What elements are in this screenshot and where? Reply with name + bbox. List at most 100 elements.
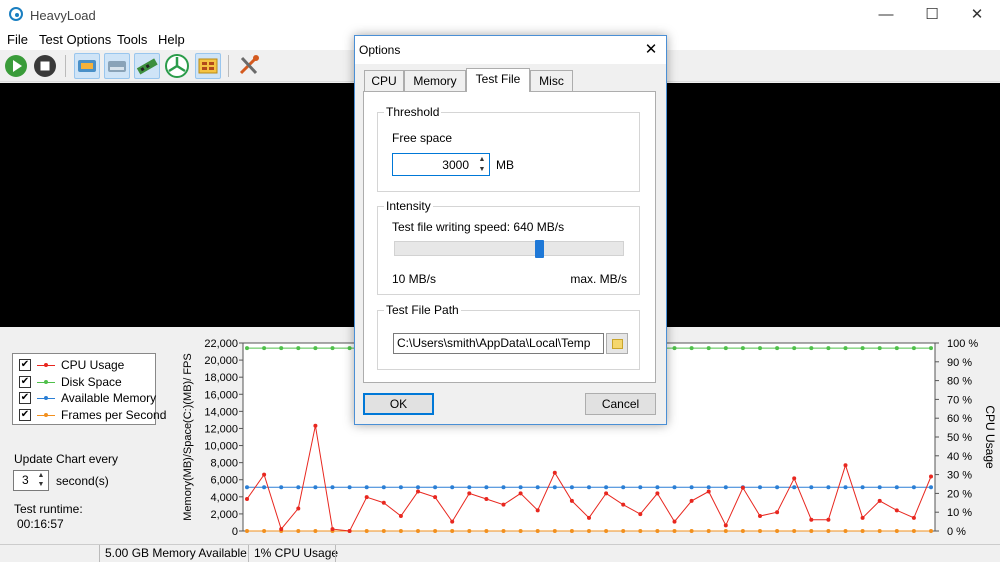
data-point-memory (552, 485, 557, 490)
data-point-fps (929, 529, 933, 533)
y-tick-label: 2,000 (210, 509, 238, 521)
data-point-cpu (775, 510, 780, 515)
data-point-cpu (313, 423, 318, 428)
maximize-button[interactable]: ☐ (909, 0, 955, 30)
data-point-cpu (416, 489, 420, 494)
options-button[interactable] (236, 53, 262, 79)
cancel-button[interactable]: Cancel (585, 393, 656, 415)
data-point-disk (723, 346, 728, 351)
data-point-fps (621, 529, 626, 533)
status-cpu: 1% CPU Usage (248, 545, 338, 562)
data-point-memory (809, 485, 814, 490)
y-tick-label: 10,000 (204, 441, 238, 453)
data-point-disk (877, 346, 882, 351)
dialog-title-bar: Options ✕ (355, 36, 666, 64)
folder-icon (612, 339, 623, 349)
writing-speed-slider[interactable] (394, 241, 624, 256)
data-point-disk (809, 346, 814, 351)
disk-load-button[interactable] (104, 53, 130, 79)
menu-test-options[interactable]: Test Options (39, 32, 111, 47)
data-point-memory (877, 485, 882, 490)
y2-tick-label: 70 % (947, 394, 972, 406)
data-point-memory (518, 485, 523, 490)
data-point-fps (501, 529, 506, 533)
data-point-cpu (518, 491, 523, 496)
data-point-fps (262, 529, 267, 533)
data-point-fps (433, 529, 438, 533)
data-point-fps (689, 529, 694, 533)
free-space-spin-icon[interactable]: ▲ ▼ (475, 154, 489, 175)
menu-help[interactable]: Help (158, 32, 185, 47)
start-button[interactable] (3, 53, 29, 79)
data-point-cpu (587, 515, 591, 520)
memory-load-button[interactable] (134, 53, 160, 79)
gpu-load-button[interactable] (164, 53, 190, 79)
data-point-memory (364, 485, 369, 490)
data-point-memory (313, 485, 318, 490)
data-point-memory (792, 485, 797, 490)
y-tick-label: 4,000 (210, 492, 238, 504)
data-point-fps (416, 529, 420, 533)
data-point-memory (484, 485, 489, 490)
y2-tick-label: 100 % (947, 338, 978, 350)
data-point-memory (398, 485, 403, 490)
tab-test-file[interactable]: Test File (466, 68, 530, 92)
cpu-icon (78, 60, 96, 72)
data-point-cpu (450, 519, 455, 524)
data-point-fps (450, 529, 455, 533)
data-point-fps (587, 529, 591, 533)
close-button[interactable]: ✕ (954, 0, 1000, 30)
y2-tick-label: 50 % (947, 432, 972, 444)
menu-file[interactable]: File (7, 32, 28, 47)
data-point-cpu (740, 485, 745, 490)
data-point-cpu (552, 470, 557, 475)
dialog-close-button[interactable]: ✕ (636, 36, 666, 64)
data-point-memory (296, 485, 301, 490)
data-point-memory (638, 485, 643, 490)
y2-tick-label: 20 % (947, 488, 972, 500)
menu-tools[interactable]: Tools (117, 32, 147, 47)
tab-cpu[interactable]: CPU (364, 70, 404, 91)
data-point-disk (843, 346, 848, 351)
tab-memory[interactable]: Memory (404, 70, 466, 91)
slider-thumb[interactable] (534, 240, 544, 258)
data-point-memory (467, 485, 472, 490)
intensity-group: Intensity Test file writing speed: 640 M… (377, 199, 640, 295)
data-point-memory (689, 485, 694, 490)
free-space-input[interactable]: 3000 ▲ ▼ (392, 153, 490, 176)
data-point-memory (262, 485, 267, 490)
test-file-button[interactable] (195, 53, 221, 79)
data-point-memory (758, 485, 762, 490)
data-point-disk (894, 346, 899, 351)
ok-button[interactable]: OK (363, 393, 434, 415)
data-point-memory (843, 485, 848, 490)
browse-folder-button[interactable] (606, 333, 628, 354)
minimize-button[interactable]: — (863, 0, 909, 30)
y-tick-label: 22,000 (204, 338, 238, 350)
data-point-disk (775, 346, 780, 351)
data-point-fps (296, 529, 301, 533)
data-point-cpu (655, 491, 660, 496)
data-point-fps (569, 529, 574, 533)
data-point-cpu (569, 498, 574, 503)
data-point-memory (706, 485, 711, 490)
data-point-fps (604, 529, 609, 533)
test-file-path-input[interactable]: C:\Users\smith\AppData\Local\Temp (393, 333, 604, 354)
data-point-disk (313, 346, 318, 351)
status-empty (335, 545, 375, 562)
data-point-fps (484, 529, 489, 533)
data-point-memory (911, 485, 916, 490)
data-point-cpu (826, 517, 831, 522)
tab-misc[interactable]: Misc (530, 70, 573, 91)
cpu-load-button[interactable] (74, 53, 100, 79)
data-point-cpu (347, 529, 352, 533)
stop-button[interactable] (32, 53, 58, 79)
start-icon (5, 55, 27, 77)
y2-tick-label: 10 % (947, 507, 972, 519)
data-point-memory (775, 485, 780, 490)
data-point-fps (535, 529, 540, 533)
data-point-memory (655, 485, 660, 490)
data-point-cpu (262, 472, 267, 477)
data-point-disk (245, 346, 249, 351)
data-point-fps (655, 529, 660, 533)
